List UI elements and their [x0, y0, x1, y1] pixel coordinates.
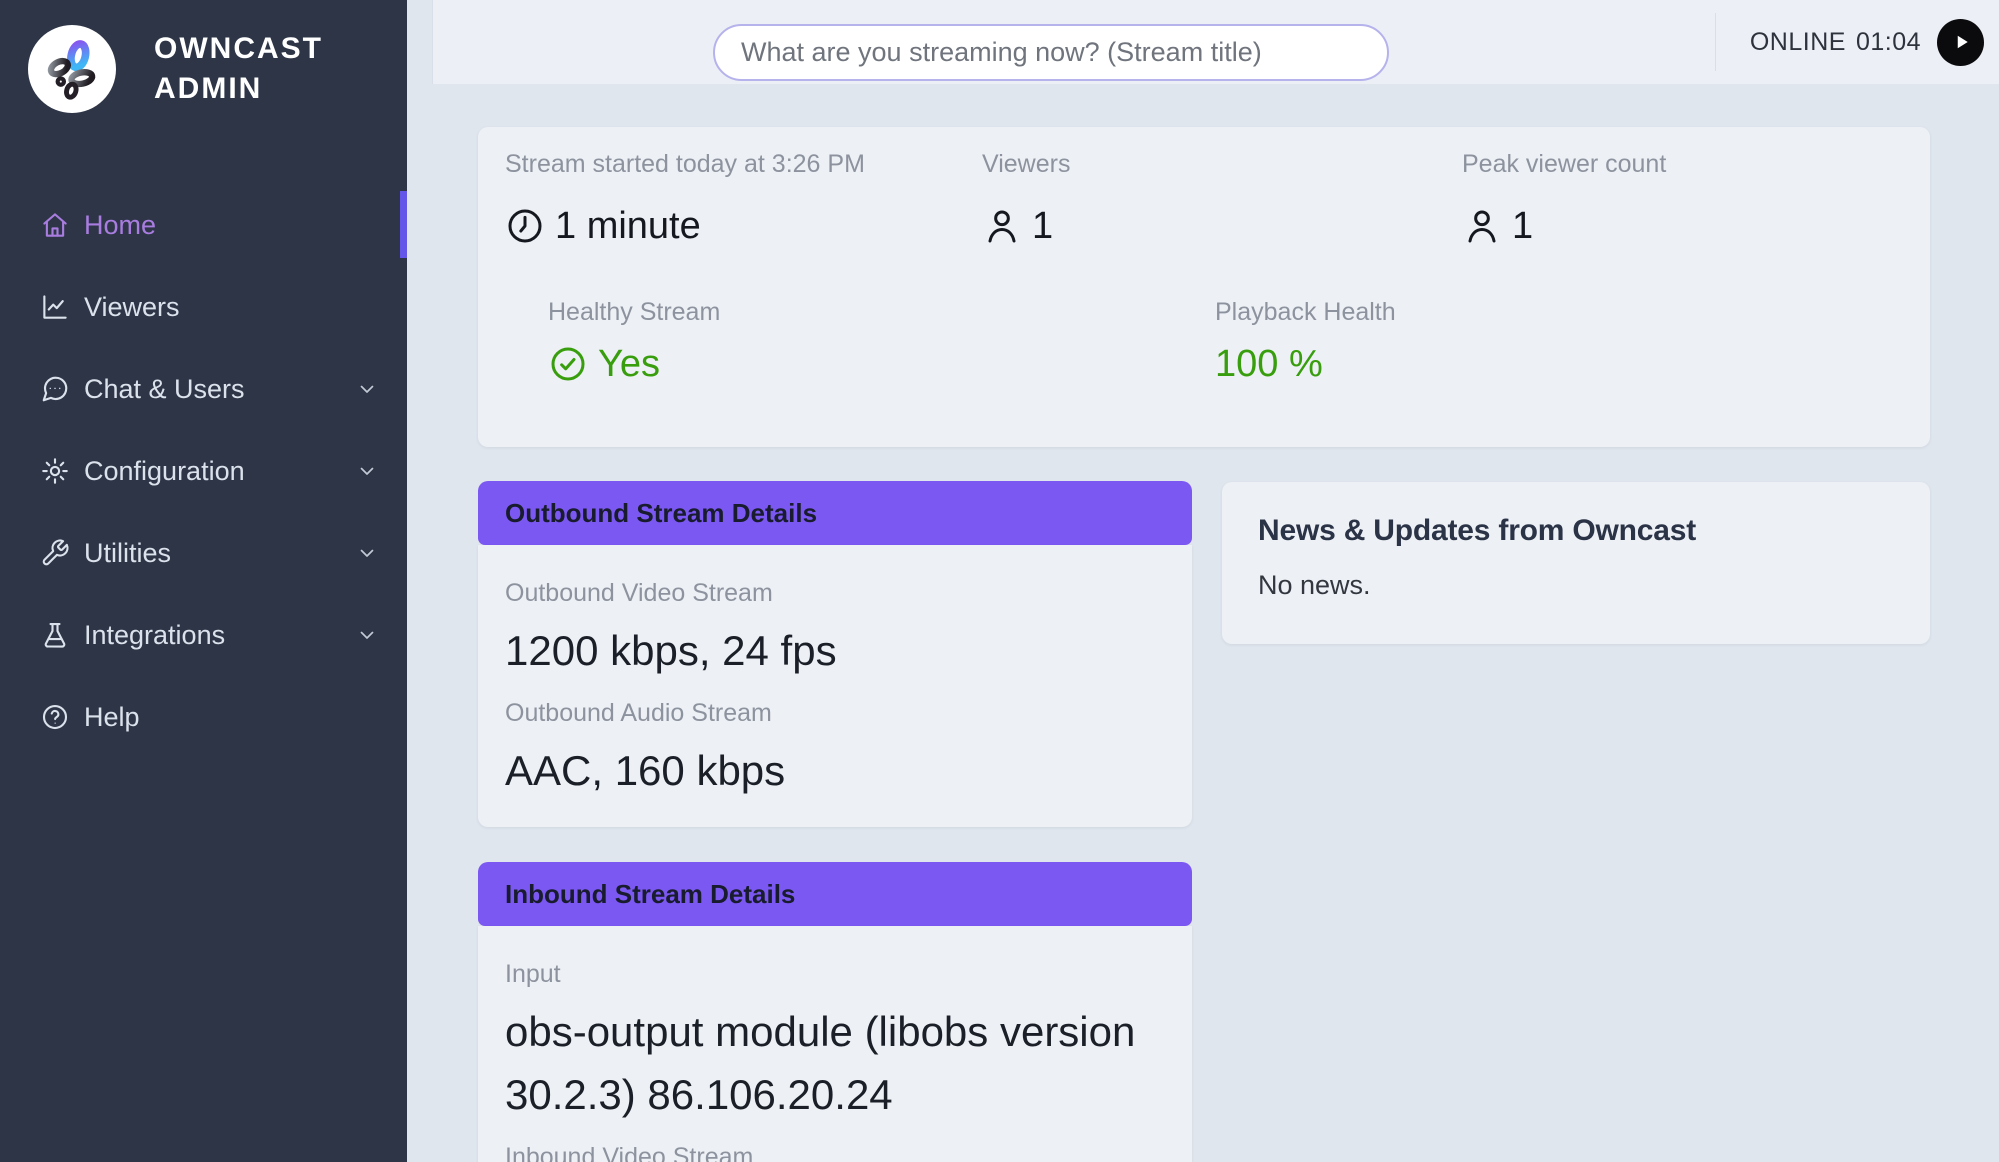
sidebar-item-integrations[interactable]: Integrations — [0, 594, 407, 676]
user-icon — [982, 206, 1022, 246]
wrench-icon — [40, 538, 70, 568]
brand-title-line1: OWNCAST — [154, 29, 323, 69]
sidebar-menu: Home Viewers Chat & User — [0, 184, 407, 758]
outbound-video-value: 1200 kbps, 24 fps — [505, 619, 1165, 682]
chat-bubble-icon — [40, 374, 70, 404]
inbound-video-label: Inbound Video Stream — [505, 1142, 1165, 1162]
viewers-value: 1 — [982, 203, 1070, 249]
check-circle-icon — [548, 344, 588, 384]
stream-started-label: Stream started today at 3:26 PM — [505, 149, 865, 179]
chevron-down-icon — [355, 459, 379, 483]
outbound-audio-value: AAC, 160 kbps — [505, 739, 1165, 802]
sidebar-item-viewers[interactable]: Viewers — [0, 266, 407, 348]
outbound-audio-label: Outbound Audio Stream — [505, 698, 1165, 728]
stream-status-area: ONLINE 01:04 — [1715, 0, 1984, 84]
clock-icon — [505, 206, 545, 246]
chevron-down-icon — [355, 377, 379, 401]
brand: OWNCAST ADMIN — [0, 0, 407, 113]
news-card-title: News & Updates from Owncast — [1258, 514, 1894, 548]
sidebar: OWNCAST ADMIN Home Viewers — [0, 0, 407, 1162]
outbound-video-label: Outbound Video Stream — [505, 578, 1165, 608]
online-uptime: 01:04 — [1856, 28, 1921, 56]
peak-viewers-stat: Peak viewer count 1 — [1462, 149, 1666, 249]
peak-viewers-label: Peak viewer count — [1462, 149, 1666, 179]
inbound-input-label: Input — [505, 959, 1165, 989]
inbound-card-title: Inbound Stream Details — [505, 879, 795, 910]
owncast-admin-page: OWNCAST ADMIN Home Viewers — [0, 0, 1999, 1162]
sidebar-item-label: Home — [84, 210, 156, 241]
healthy-stream-label: Healthy Stream — [548, 297, 720, 327]
sidebar-item-help[interactable]: Help — [0, 676, 407, 758]
owncast-logo-icon — [37, 34, 107, 104]
outbound-card-title: Outbound Stream Details — [505, 498, 817, 529]
header-divider — [1715, 13, 1716, 71]
sidebar-item-label: Utilities — [84, 538, 171, 569]
top-header: ONLINE 01:04 — [432, 0, 1999, 84]
sidebar-item-label: Help — [84, 702, 140, 733]
news-card: News & Updates from Owncast No news. — [1222, 482, 1930, 644]
user-icon — [1462, 206, 1502, 246]
sidebar-item-home[interactable]: Home — [0, 184, 407, 266]
news-card-body: No news. — [1258, 570, 1894, 601]
chevron-down-icon — [355, 541, 379, 565]
active-item-indicator — [400, 191, 407, 258]
question-circle-icon — [40, 702, 70, 732]
stream-play-button[interactable] — [1937, 19, 1984, 66]
outbound-card-header: Outbound Stream Details — [478, 481, 1192, 545]
owncast-logo — [28, 25, 116, 113]
stream-title-input[interactable] — [713, 24, 1389, 81]
inbound-input-value: obs-output module (libobs version 30.2.3… — [505, 1000, 1165, 1126]
chevron-down-icon — [355, 623, 379, 647]
gear-icon — [40, 456, 70, 486]
online-status: ONLINE 01:04 — [1750, 28, 1921, 57]
sidebar-item-utilities[interactable]: Utilities — [0, 512, 407, 594]
playback-health-value: 100 % — [1215, 341, 1396, 387]
sidebar-item-label: Configuration — [84, 456, 245, 487]
sidebar-item-label: Integrations — [84, 620, 225, 651]
home-icon — [40, 210, 70, 240]
viewers-label: Viewers — [982, 149, 1070, 179]
brand-title-line2: ADMIN — [154, 69, 323, 109]
playback-health-label: Playback Health — [1215, 297, 1396, 327]
sidebar-item-label: Chat & Users — [84, 374, 245, 405]
viewers-stat: Viewers 1 — [982, 149, 1070, 249]
line-chart-icon — [40, 292, 70, 322]
stream-duration-stat: Stream started today at 3:26 PM 1 minute — [505, 149, 865, 249]
online-status-label: ONLINE — [1750, 28, 1846, 56]
playback-health-stat: Playback Health 100 % — [1215, 297, 1396, 387]
sidebar-item-configuration[interactable]: Configuration — [0, 430, 407, 512]
sidebar-item-label: Viewers — [84, 292, 180, 323]
brand-title: OWNCAST ADMIN — [154, 29, 323, 109]
peak-viewers-value: 1 — [1462, 203, 1666, 249]
outbound-card-body: Outbound Video Stream 1200 kbps, 24 fps … — [478, 545, 1192, 827]
healthy-stream-value: Yes — [548, 341, 720, 387]
flask-icon — [40, 620, 70, 650]
inbound-card-body: Input obs-output module (libobs version … — [478, 926, 1192, 1162]
stream-duration-value: 1 minute — [505, 203, 865, 249]
healthy-stream-stat: Healthy Stream Yes — [548, 297, 720, 387]
inbound-card-header: Inbound Stream Details — [478, 862, 1192, 926]
sidebar-item-chat-users[interactable]: Chat & Users — [0, 348, 407, 430]
stream-stats-card: Stream started today at 3:26 PM 1 minute… — [478, 127, 1930, 447]
play-icon — [1948, 29, 1974, 55]
